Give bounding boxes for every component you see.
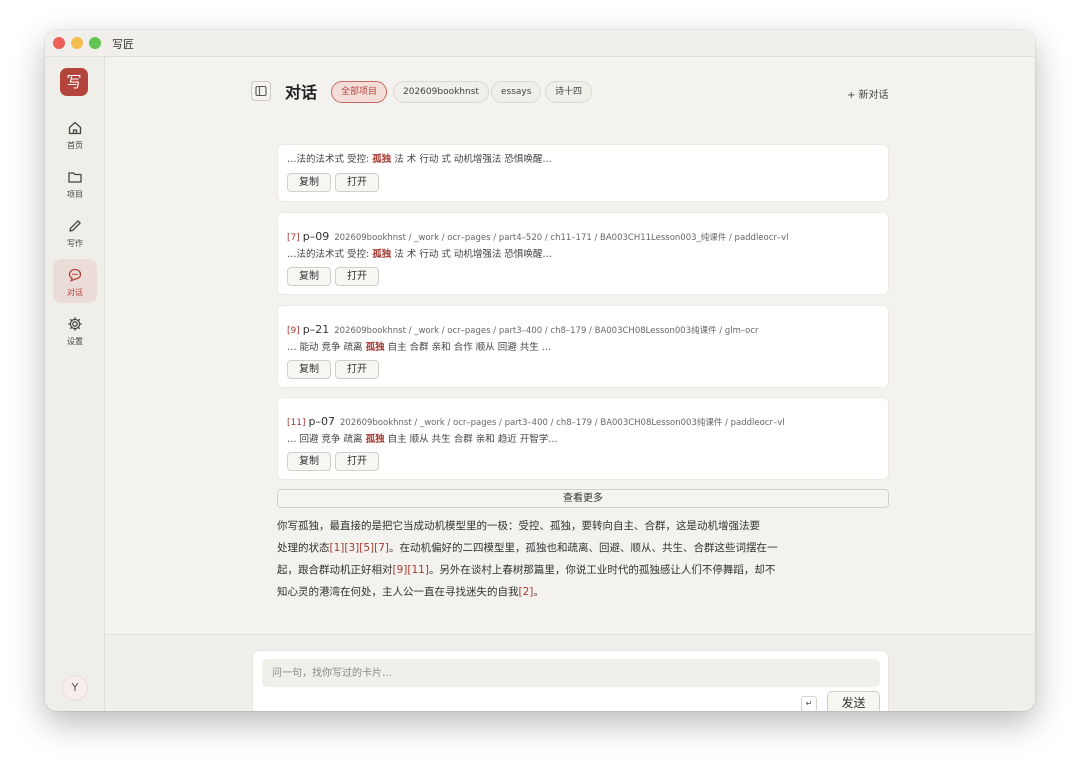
app-title: 写匠 [112, 38, 134, 51]
card-header: [7] p–09 202609bookhnst / _work / ocr–page… [287, 225, 789, 244]
sidebar-item-label: 设置 [67, 337, 83, 346]
answer-text: 。在动机偏好的二四模型里，孤独也和疏离、回避、顺从、共生、合群这些词摆在一 [389, 542, 778, 554]
sidebar-item-home[interactable]: 首页 [53, 112, 97, 156]
page-number: p–07 [308, 415, 335, 428]
snippet-text: … 能动 竞争 疏离 [287, 342, 366, 353]
copy-button[interactable]: 复制 [287, 452, 331, 471]
close-window-button[interactable] [53, 37, 65, 49]
card-snippet: …法的法术式 受控: 孤独 法 术 行动 式 动机增强法 恐惧唤醒… [287, 246, 552, 260]
card-snippet: … 回避 竞争 疏离 孤独 自主 顺从 共生 合群 亲和 趋近 开智学… [287, 431, 558, 445]
assistant-answer: 你写孤独，最直接的是把它当成动机模型里的一极：受控、孤独，要转向自主、合群，这是… [277, 515, 837, 603]
sidebar: 写 首页 项目 写作 对话 设置 Y [45, 57, 105, 711]
sidebar-item-label: 写作 [67, 239, 83, 248]
chat-main: 对话 全部项目 202609bookhnst essays 诗十四 + 新对话 … [105, 57, 1035, 711]
gear-icon [68, 317, 82, 331]
chip-project-essays[interactable]: essays [491, 81, 542, 103]
avatar[interactable]: Y [62, 675, 88, 701]
page-number: p–09 [302, 230, 330, 243]
snippet-highlight: 孤独 [365, 342, 385, 353]
open-button[interactable]: 打开 [335, 267, 379, 286]
sidebar-item-label: 首页 [67, 141, 83, 150]
card-snippet: … 能动 竞争 疏离 孤独 自主 合群 亲和 合作 顺从 回避 共生 … [287, 339, 551, 353]
zoom-window-button[interactable] [89, 37, 101, 49]
title-bar: 写匠 [45, 30, 1035, 57]
card-path: 202609bookhnst / _work / ocr–pages / par… [334, 326, 759, 336]
answer-text: 处理的状态 [277, 542, 330, 554]
citation-link[interactable]: [2] [519, 586, 534, 598]
sidebar-item-write[interactable]: 写作 [53, 210, 97, 254]
snippet-text: …法的法术式 受控: [287, 154, 373, 165]
answer-line: 你写孤独，最直接的是把它当成动机模型里的一极：受控、孤独，要转向自主、合群，这是… [277, 515, 837, 537]
chip-all-projects[interactable]: 全部项目 [331, 81, 388, 103]
open-button[interactable]: 打开 [335, 360, 379, 379]
snippet-text: …法的法术式 受控: [287, 249, 373, 260]
sidebar-item-chat[interactable]: 对话 [53, 259, 97, 303]
see-more-button[interactable]: 查看更多 [277, 489, 889, 508]
citation-card: [9] p–21 202609bookhnst / _work / ocr–page… [277, 305, 889, 388]
snippet-text: … 回避 竞争 疏离 [287, 434, 366, 445]
app-window: 写匠 写 首页 项目 写作 对话 设置 Y 对话 全部项目 202609book… [45, 30, 1035, 711]
snippet-text: 法 术 行动 式 动机增强法 恐惧唤醒… [391, 154, 552, 165]
panel-toggle-button[interactable] [251, 81, 271, 101]
copy-button[interactable]: 复制 [287, 173, 331, 192]
open-button[interactable]: 打开 [335, 173, 379, 192]
snippet-highlight: 孤独 [372, 154, 392, 165]
sidebar-item-label: 对话 [67, 288, 83, 297]
home-icon [68, 121, 82, 135]
pencil-icon [69, 220, 81, 232]
answer-text: 。另外在谈村上春树那篇里，你说工业时代的孤独感让人们不停舞蹈，却不 [428, 564, 776, 576]
answer-line: 处理的状态[1][3][5][7]。在动机偏好的二四模型里，孤独也和疏离、回避、… [277, 537, 837, 559]
card-path: 202609bookhnst / _work / ocr–pages / par… [334, 233, 789, 243]
answer-text: 起，跟合群动机正好相对 [277, 564, 393, 576]
chip-project-poems[interactable]: 诗十四 [545, 81, 593, 103]
copy-button[interactable]: 复制 [287, 267, 331, 286]
answer-line: 知心灵的港湾在何处，主人公一直在寻找迷失的自我[2]。 [277, 581, 837, 603]
page-title: 对话 [285, 83, 318, 102]
card-header: [9] p–21 202609bookhnst / _work / ocr–page… [287, 318, 759, 337]
chip-project-bookhnst[interactable]: 202609bookhnst [393, 81, 489, 103]
enter-key-icon: ↵ [801, 696, 817, 711]
citation-card: [7] p–09 202609bookhnst / _work / ocr–page… [277, 212, 889, 295]
card-path: 202609bookhnst / _work / ocr–pages / par… [339, 418, 785, 428]
composer-area: ↵ 发送 [105, 634, 1035, 711]
snippet-text: 自主 合群 亲和 合作 顺从 回避 共生 … [384, 342, 552, 353]
minimize-window-button[interactable] [71, 37, 83, 49]
sidebar-panel-icon [255, 85, 267, 97]
send-button[interactable]: 发送 [827, 691, 880, 711]
snippet-highlight: 孤独 [365, 434, 385, 445]
sidebar-item-label: 项目 [67, 190, 83, 199]
card-snippet: …法的法术式 受控: 孤独 法 术 行动 式 动机增强法 恐惧唤醒… [287, 151, 552, 165]
citation-number: [9] [287, 326, 300, 336]
citation-card: …法的法术式 受控: 孤独 法 术 行动 式 动机增强法 恐惧唤醒… 复制 打开 [277, 144, 889, 202]
composer: ↵ 发送 [252, 650, 889, 711]
citation-link[interactable]: [1][3][5][7] [330, 542, 390, 554]
answer-text: 。 [533, 586, 544, 598]
citation-card: [11] p–07 202609bookhnst / _work / ocr–pag… [277, 397, 889, 480]
citation-link[interactable]: [9][11] [393, 564, 429, 576]
sidebar-item-projects[interactable]: 项目 [53, 161, 97, 205]
new-chat-button[interactable]: + 新对话 [847, 86, 889, 101]
folder-icon [68, 172, 82, 183]
chat-input[interactable] [262, 659, 880, 687]
citation-number: [11] [287, 418, 306, 428]
card-header: [11] p–07 202609bookhnst / _work / ocr–pag… [287, 410, 785, 429]
chat-icon [68, 268, 82, 282]
page-number: p–21 [302, 323, 330, 336]
snippet-highlight: 孤独 [372, 249, 392, 260]
sidebar-item-settings[interactable]: 设置 [53, 308, 97, 352]
answer-text: 知心灵的港湾在何处，主人公一直在寻找迷失的自我 [277, 586, 519, 598]
snippet-text: 法 术 行动 式 动机增强法 恐惧唤醒… [391, 249, 552, 260]
copy-button[interactable]: 复制 [287, 360, 331, 379]
answer-line: 起，跟合群动机正好相对[9][11]。另外在谈村上春树那篇里，你说工业时代的孤独… [277, 559, 837, 581]
app-logo: 写 [60, 68, 88, 96]
snippet-text: 自主 顺从 共生 合群 亲和 趋近 开智学… [384, 434, 558, 445]
citation-number: [7] [287, 233, 300, 243]
open-button[interactable]: 打开 [335, 452, 379, 471]
answer-text: 你写孤独，最直接的是把它当成动机模型里的一极：受控、孤独，要转向自主、合群，这是… [277, 520, 760, 532]
